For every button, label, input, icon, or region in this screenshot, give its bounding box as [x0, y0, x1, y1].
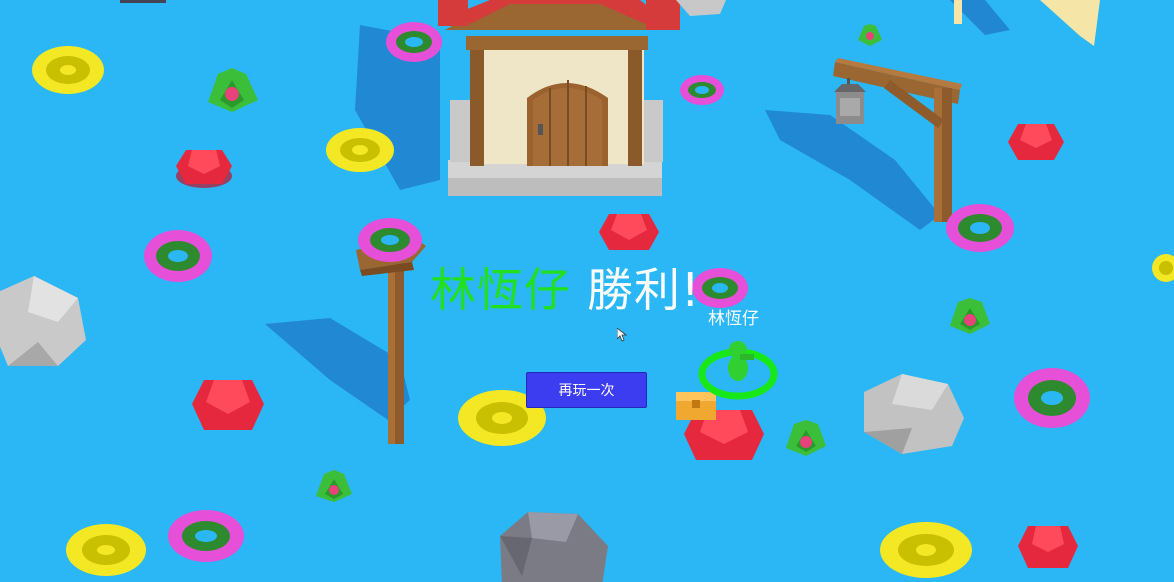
player-name-tag: 林恆仔	[708, 309, 759, 329]
player-character	[698, 341, 778, 400]
play-again-button[interactable]: 再玩一次	[526, 372, 647, 408]
game-viewport[interactable]: 林恆仔 勝利! 林恆仔 再玩一次	[0, 0, 1174, 582]
winner-name: 林恆仔	[430, 263, 571, 317]
victory-text: 勝利!	[587, 263, 701, 317]
house	[438, 0, 726, 196]
treasure-chest	[676, 392, 716, 420]
top-bar-fragment	[120, 0, 166, 3]
mouse-pointer-icon	[617, 328, 627, 342]
victory-banner: 林恆仔 勝利!	[430, 262, 700, 318]
